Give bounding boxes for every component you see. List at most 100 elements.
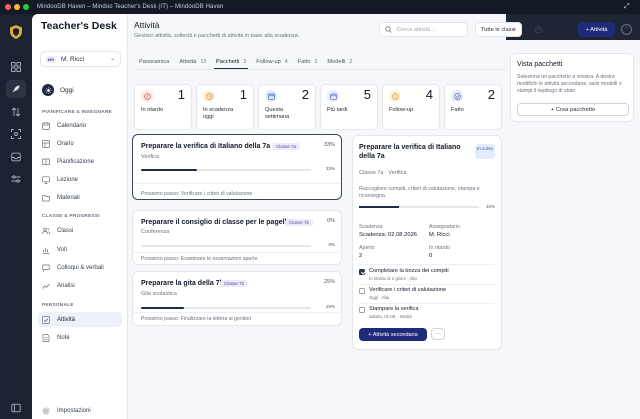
folder-icon [42,194,50,202]
sidebar-item-orario[interactable]: Orario [38,136,122,151]
progress-percent: 25% [325,304,335,309]
progress-percent: 0% [328,242,335,247]
progress-bar [359,206,479,208]
new-activity-button[interactable]: + Attività [578,22,615,37]
detail-description: Raccogliere compiti, criteri di valutazi… [359,186,480,199]
grid-calendar-icon [42,139,50,148]
user-name: M. Ricci [61,55,85,63]
assigned-label: Assegnatario [429,224,460,230]
class-chip: Classe 7b [220,280,249,287]
rocket-icon[interactable] [6,80,26,98]
due-label: Scadenza [359,224,383,230]
close-window-button[interactable] [5,4,11,10]
tab-pacchetti[interactable]: Pacchetti 3 [211,56,251,69]
user-initials-badge: MR [46,55,56,63]
add-subtask-button[interactable]: + Attività secondaria [359,328,427,341]
card-divider [133,252,341,253]
sidebar-item-label: Oggi [60,86,74,94]
sidebar-item-materiali[interactable]: Materiali [38,190,122,205]
sidebar-item-attivita[interactable]: Attività [38,312,122,327]
package-type: Gita scolastica [141,291,177,297]
stat-card-overdue[interactable]: 1 In ritardo [134,84,192,130]
sidebar-item-calendario[interactable]: Calendario [38,118,122,133]
stat-label: Più tardi [327,107,348,113]
tab-fatto[interactable]: Fatto 2 [293,56,323,68]
stat-value: 1 [177,87,185,102]
step-checkbox[interactable] [359,307,365,313]
scan-icon[interactable] [10,128,22,140]
stat-value: 1 [239,87,247,102]
alert-icon [141,90,153,102]
card-divider [133,312,341,313]
expand-icon[interactable]: ⤢ [624,3,632,11]
assigned-value: M. Ricci [429,232,450,238]
create-package-button[interactable]: + Crea pacchetto [517,103,629,116]
window-controls [5,4,29,10]
clock-icon [389,90,401,102]
package-card[interactable]: Preparare la verifica di Italiano della … [132,134,342,200]
inbox-icon[interactable] [10,151,22,163]
stat-card-done[interactable]: 2 Fatto [444,84,502,130]
tab-label: Follow-up [256,59,281,65]
sidebar-item-colloqui[interactable]: Colloqui & verbali [38,260,122,275]
user-selector[interactable]: MR M. Ricci ⌄ [40,51,121,67]
progress-percent: 33% [325,166,335,171]
package-card[interactable]: Preparare il consiglio di classe per le … [132,210,342,265]
window-titlebar: MindooDB Haven – Mindoo Teacher's Desk (… [0,0,640,14]
stat-label: In ritardo [141,107,164,113]
sidebar-item-lezione[interactable]: Lezione [38,172,122,187]
sidebar-item-note[interactable]: Note [38,330,122,345]
next-step: Prossimo passo: Verificare i criteri di … [141,191,253,197]
progress-percent: 33% [485,204,495,209]
tab-follow-up[interactable]: Follow-up 4 [251,56,292,68]
stat-card-this-week[interactable]: 2 Questa settimana [258,84,316,130]
sidebar-item-label: Calendario [57,122,87,129]
panel-toggle-icon[interactable] [10,402,22,414]
stat-card-later[interactable]: 5 Più tardi [320,84,378,130]
app-logo-icon [10,25,22,39]
dashboard-icon[interactable] [10,61,22,73]
step-checkbox[interactable] [359,269,365,275]
search-input[interactable]: Cerca attività... [379,22,468,37]
stat-label: In scadenza oggi [203,107,234,120]
package-button-label: Pacchetto [546,26,572,33]
checklist-icon [42,315,50,324]
step-checkbox[interactable] [359,288,365,294]
page-subtitle: Gestisci attività, solleciti e pacchetti… [134,33,300,39]
stat-card-follow-up[interactable]: 4 Follow-up [382,84,440,130]
sidebar-item-pianificazione[interactable]: Pianificazione [38,154,122,169]
package-progress-text: 33% [323,142,335,148]
package-button[interactable]: Pacchetto [531,22,575,37]
trend-icon [42,282,50,290]
class-filter-select[interactable]: Tutte le classi ⌄ [475,22,522,37]
sidebar-item-impostazioni[interactable]: Impostazioni [38,403,122,418]
sidebar-item-label: Lezione [57,176,79,183]
sidebar-item-voti[interactable]: Voti [38,242,122,257]
tab-divider [134,69,506,70]
minimize-window-button[interactable] [14,4,20,10]
sidebar-item-classi[interactable]: Classi [38,223,122,238]
step-title: Completare la bozza dei compiti [369,268,449,274]
maximize-window-button[interactable] [23,4,29,10]
transfer-icon[interactable] [10,106,22,118]
sliders-icon[interactable] [10,173,22,185]
package-card[interactable]: Preparare la gita della 7b Classe 7b 25%… [132,271,342,326]
sun-icon [42,84,54,96]
search-icon [385,26,392,33]
more-options-button[interactable]: ··· [431,328,445,340]
tab-attivita[interactable]: Attività 13 [174,56,211,68]
tab-modelli[interactable]: Modelli 2 [322,56,357,68]
tab-count: 4 [284,59,288,65]
chevron-down-icon: ⌄ [109,56,115,62]
stat-card-due-today[interactable]: 1 In scadenza oggi [196,84,254,130]
users-icon [42,227,50,235]
help-icon[interactable]: ? [621,24,632,35]
chat-icon [42,264,50,272]
sidebar-item-oggi[interactable]: Oggi [40,82,121,98]
sidebar: Teacher's Desk MR M. Ricci ⌄ Oggi PIANIF… [32,14,128,419]
right-panel: Vista pacchetti Seleziona un pacchetto a… [506,40,640,419]
app-title: Teacher's Desk [41,20,117,32]
tab-panoramica[interactable]: Panoramica [134,56,174,68]
sidebar-item-analisi[interactable]: Analisi [38,278,122,293]
open-value: 2 [359,253,363,259]
